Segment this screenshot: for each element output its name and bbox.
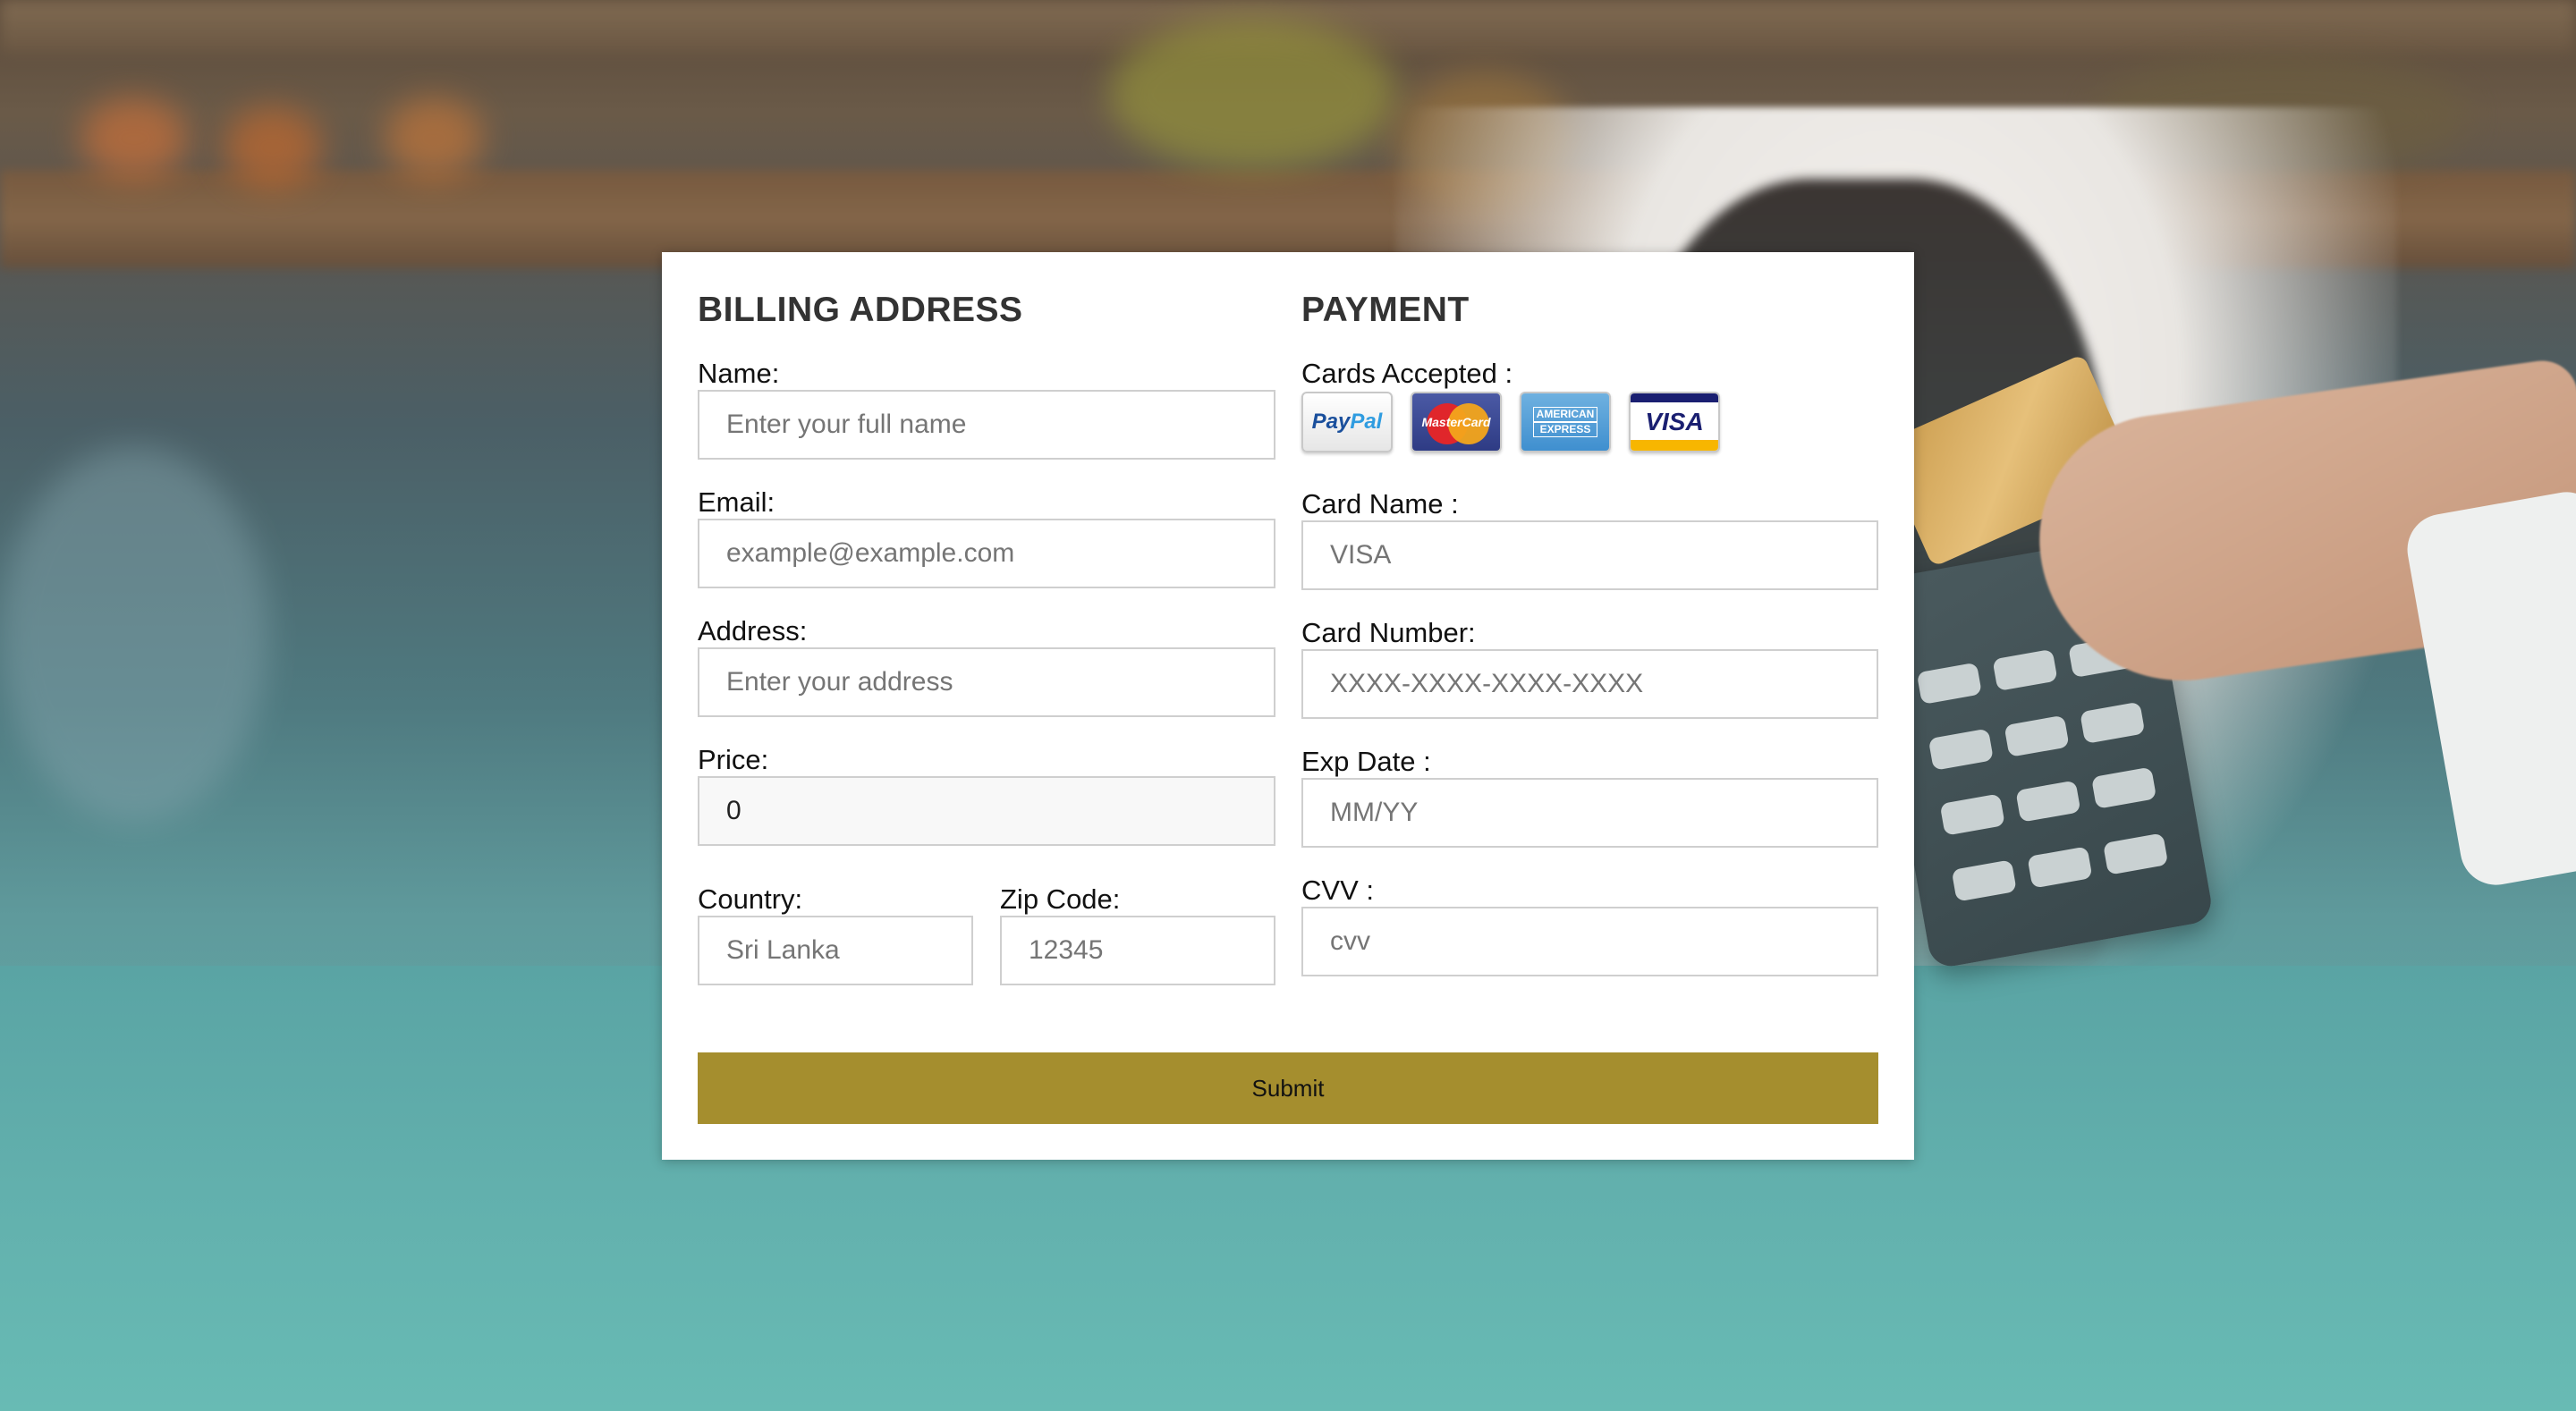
cvv-input[interactable] bbox=[1301, 907, 1878, 976]
background-blob bbox=[80, 98, 188, 179]
background-blob bbox=[1109, 18, 1395, 170]
price-label: Price: bbox=[698, 744, 769, 775]
email-input[interactable] bbox=[698, 519, 1275, 588]
cards-accepted-icons: Pay Pal MasterCard AMERICAN EXPRESS VISA bbox=[1301, 392, 1878, 456]
background-blob bbox=[224, 107, 322, 188]
background-blob bbox=[0, 447, 268, 823]
email-label: Email: bbox=[698, 486, 775, 518]
name-label: Name: bbox=[698, 358, 780, 389]
name-input[interactable] bbox=[698, 390, 1275, 460]
address-label: Address: bbox=[698, 615, 808, 646]
amex-icon: AMERICAN EXPRESS bbox=[1520, 392, 1611, 452]
payment-heading: PAYMENT bbox=[1301, 291, 1470, 329]
paypal-icon: Pay Pal bbox=[1301, 392, 1393, 452]
mastercard-text: MasterCard bbox=[1421, 415, 1491, 429]
visa-icon: VISA bbox=[1629, 392, 1720, 452]
paypal-text-pay: Pay bbox=[1311, 410, 1351, 434]
exp-date-label: Exp Date : bbox=[1301, 746, 1431, 777]
checkout-form: BILLING ADDRESS Name: Email: Address: Pr… bbox=[662, 252, 1914, 1160]
payment-section: PAYMENT Cards Accepted : Pay Pal MasterCa… bbox=[1301, 288, 1878, 976]
card-name-input[interactable] bbox=[1301, 520, 1878, 590]
billing-address-heading: BILLING ADDRESS bbox=[698, 291, 1023, 329]
price-input[interactable] bbox=[698, 776, 1275, 846]
billing-address-section: BILLING ADDRESS Name: Email: Address: Pr… bbox=[698, 288, 1275, 985]
zip-code-label: Zip Code: bbox=[1000, 883, 1121, 915]
submit-button[interactable]: Submit bbox=[698, 1052, 1878, 1124]
cvv-label: CVV : bbox=[1301, 874, 1374, 906]
exp-date-input[interactable] bbox=[1301, 778, 1878, 848]
paypal-text-pal: Pal bbox=[1350, 410, 1383, 434]
card-name-label: Card Name : bbox=[1301, 488, 1459, 520]
card-number-input[interactable] bbox=[1301, 649, 1878, 719]
address-input[interactable] bbox=[698, 647, 1275, 717]
country-input[interactable] bbox=[698, 916, 973, 985]
zip-code-input[interactable] bbox=[1000, 916, 1275, 985]
amex-text-american: AMERICAN bbox=[1532, 407, 1598, 422]
visa-text: VISA bbox=[1645, 408, 1704, 435]
amex-text-express: EXPRESS bbox=[1532, 422, 1598, 437]
mastercard-icon: MasterCard bbox=[1411, 392, 1502, 452]
card-number-label: Card Number: bbox=[1301, 617, 1476, 648]
country-label: Country: bbox=[698, 883, 803, 915]
background-blob bbox=[385, 98, 483, 179]
sleeve-image bbox=[2402, 486, 2576, 891]
cards-accepted-label: Cards Accepted : bbox=[1301, 358, 1513, 389]
country-zip-row: Country: Zip Code: bbox=[698, 883, 1275, 985]
